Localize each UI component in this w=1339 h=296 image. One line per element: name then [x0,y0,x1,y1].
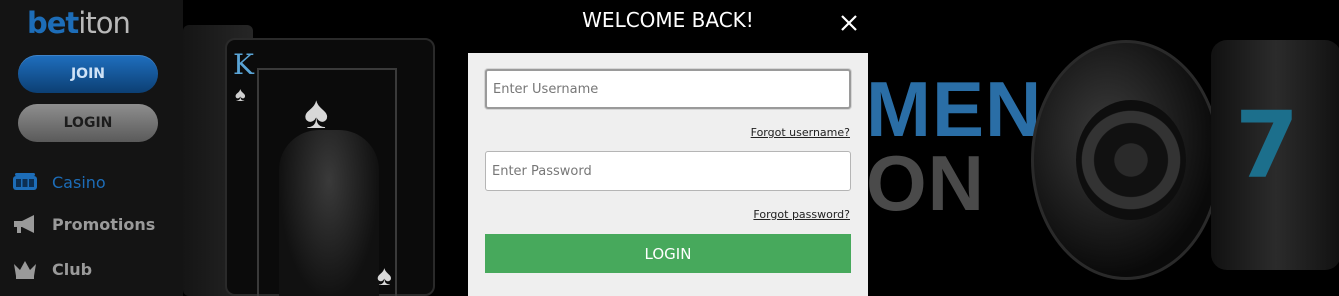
sidebar-login-button[interactable]: LOGIN [18,104,158,142]
promo-headline-line2: ON [866,139,985,227]
roulette-wheel-image [1076,100,1186,220]
logo-text-iton: iton [78,6,131,40]
sidebar: betiton JOIN LOGIN Casino Promotions Clu… [0,0,183,296]
forgot-password-link[interactable]: Forgot password? [753,208,850,221]
spade-icon: ♠ [235,84,246,106]
slot-symbol-seven: 7 [1235,92,1300,199]
login-button[interactable]: LOGIN [485,234,851,273]
card-face: ♠ [257,68,397,296]
logo-text-bet: bet [27,6,79,40]
card-rank: K [233,48,254,81]
username-input[interactable] [485,69,851,109]
slot-machine-image: 7 [1031,20,1339,296]
sidebar-item-promotions[interactable]: Promotions [12,210,155,238]
megaphone-icon [12,213,38,235]
brand-logo[interactable]: betiton [27,6,131,40]
sidebar-item-club[interactable]: Club [12,255,92,283]
sidebar-item-label: Casino [52,172,106,192]
sidebar-item-label: Promotions [52,214,156,234]
crown-icon [12,258,38,280]
king-of-spades-card-image: K ♠ ♠ ♠ [225,38,435,296]
spade-icon: ♠ [377,260,392,291]
modal-title: WELCOME BACK! [582,8,754,32]
close-icon[interactable] [838,12,860,34]
slot-machine-icon [12,171,38,193]
king-figure-image [279,130,379,296]
forgot-username-link[interactable]: Forgot username? [751,126,850,139]
sidebar-item-label: Club [52,259,93,279]
login-modal: Forgot username? Forgot password? LOGIN [468,53,868,296]
sidebar-item-casino[interactable]: Casino [12,168,106,196]
join-button[interactable]: JOIN [18,55,158,93]
password-input[interactable] [485,151,851,191]
